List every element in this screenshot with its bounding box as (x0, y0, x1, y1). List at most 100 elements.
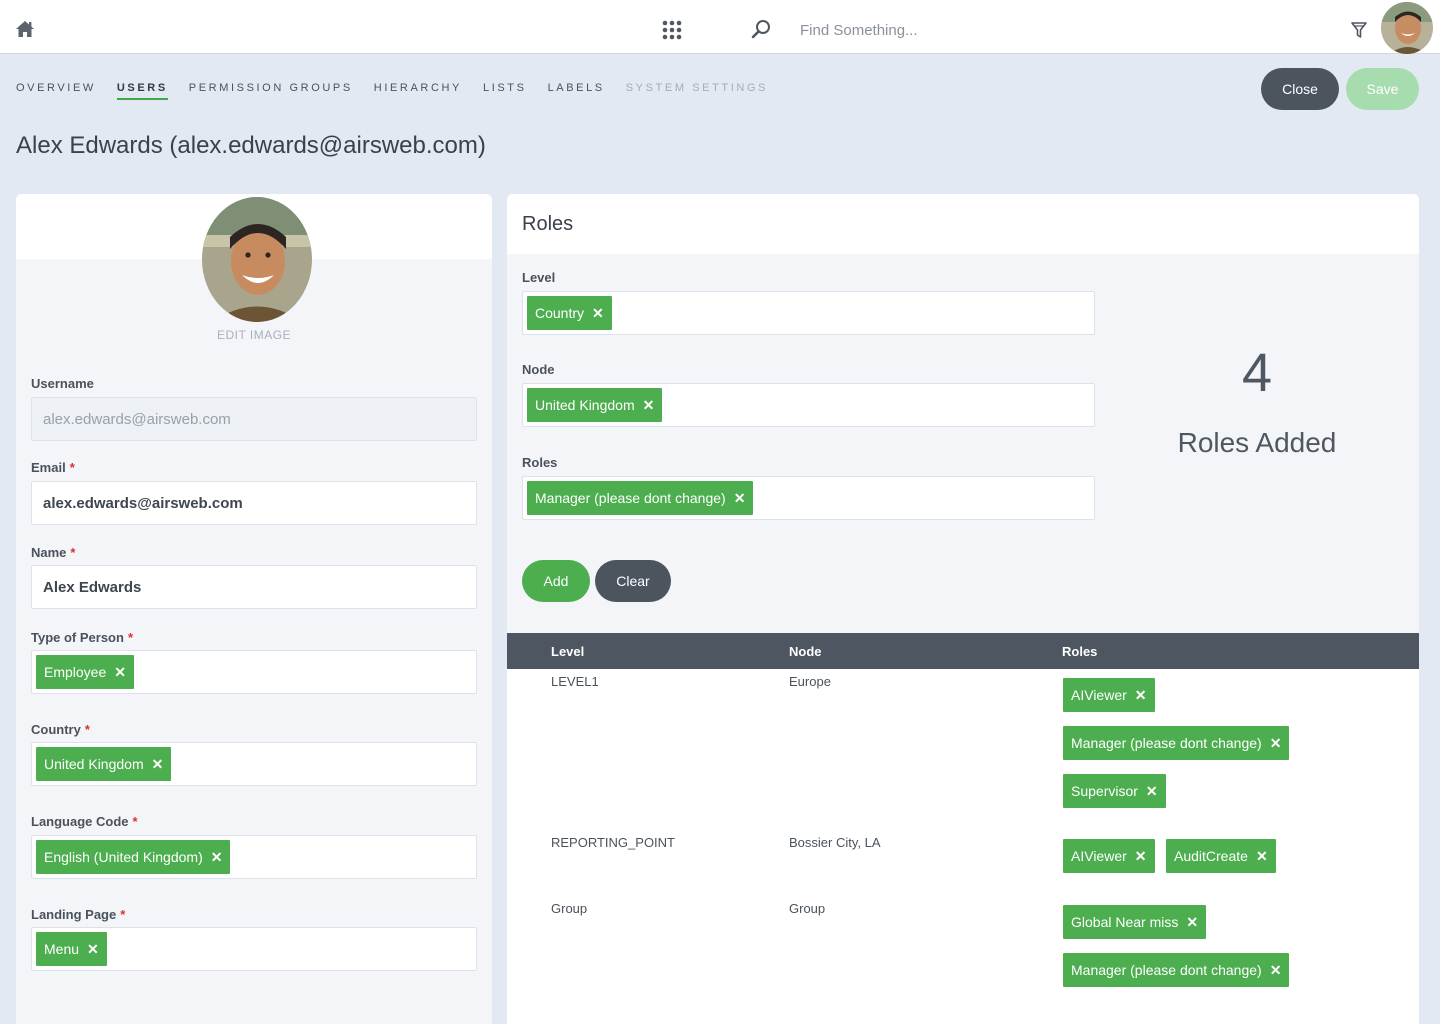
row-node: Bossier City, LA (789, 835, 881, 850)
row-role-tag: AIViewer ✕ (1063, 678, 1155, 712)
apps-grid-icon[interactable] (662, 20, 682, 40)
close-icon[interactable]: ✕ (1135, 678, 1147, 712)
close-icon[interactable]: ✕ (643, 388, 655, 422)
search-input[interactable] (800, 16, 1220, 44)
email-label: Email * (31, 460, 75, 475)
country-field[interactable]: United Kingdom ✕ (31, 742, 477, 786)
type-of-person-label: Type of Person * (31, 630, 133, 645)
add-role-button[interactable]: Add (522, 560, 590, 602)
close-icon[interactable]: ✕ (87, 932, 99, 966)
top-bar (0, 0, 1440, 54)
column-header-node[interactable]: Node (789, 644, 822, 659)
roles-card-header: Roles (507, 194, 1419, 254)
column-header-level[interactable]: Level (551, 644, 584, 659)
tag-label: Menu (44, 941, 80, 957)
node-label: Node (522, 362, 555, 377)
edit-image-link[interactable]: EDIT IMAGE (16, 328, 492, 342)
name-label: Name * (31, 545, 75, 560)
profile-card: EDIT IMAGE Username alex.edwards@airsweb… (16, 194, 492, 1024)
language-code-label-text: Language Code (31, 814, 129, 829)
landing-page-label: Landing Page * (31, 907, 125, 922)
roles-title: Roles (522, 213, 574, 235)
tab-system-settings[interactable]: SYSTEM SETTINGS (626, 82, 768, 100)
row-role-tag: AuditCreate ✕ (1166, 839, 1276, 873)
country-label-text: Country (31, 722, 81, 737)
column-header-roles[interactable]: Roles (1062, 644, 1097, 659)
type-of-person-field[interactable]: Employee ✕ (31, 650, 477, 694)
page-title: Alex Edwards (alex.edwards@airsweb.com) (16, 132, 486, 159)
email-field[interactable]: alex.edwards@airsweb.com (31, 481, 477, 525)
required-marker: * (70, 545, 76, 560)
tag-label: AuditCreate (1174, 848, 1248, 864)
type-of-person-tag: Employee ✕ (36, 655, 134, 689)
close-icon[interactable]: ✕ (152, 747, 164, 781)
row-level: Group (551, 901, 588, 916)
roles-table-body: LEVEL1 Europe AIViewer ✕ Manager (please … (507, 669, 1419, 1024)
clear-button[interactable]: Clear (595, 560, 671, 602)
tab-overview[interactable]: OVERVIEW (16, 82, 96, 100)
node-field[interactable]: United Kingdom ✕ (522, 383, 1095, 427)
filter-icon[interactable] (1350, 20, 1368, 40)
close-icon[interactable]: ✕ (1256, 839, 1268, 873)
close-icon[interactable]: ✕ (1186, 905, 1198, 939)
tab-labels[interactable]: LABELS (548, 82, 605, 100)
required-marker: * (127, 630, 134, 645)
main-nav: OVERVIEW USERS PERMISSION GROUPS HIERARC… (16, 82, 789, 100)
tag-label: Manager (please dont change) (1071, 735, 1262, 751)
roles-table-header: Level Node Roles (507, 633, 1419, 669)
landing-page-field[interactable]: Menu ✕ (31, 927, 477, 971)
home-icon[interactable] (14, 18, 36, 40)
country-label: Country * (31, 722, 90, 737)
name-value: Alex Edwards (43, 579, 142, 596)
close-icon[interactable]: ✕ (1146, 774, 1158, 808)
roles-count: 4 (1241, 343, 1273, 403)
username-label-text: Username (31, 376, 94, 391)
required-marker: * (132, 814, 138, 829)
tab-users[interactable]: USERS (116, 82, 168, 100)
country-tag: United Kingdom ✕ (36, 747, 172, 781)
save-button[interactable]: Save (1346, 68, 1419, 110)
email-value: alex.edwards@airsweb.com (43, 495, 243, 512)
tab-hierarchy[interactable]: HIERARCHY (374, 82, 462, 100)
close-icon[interactable]: ✕ (1270, 953, 1282, 987)
row-node: Europe (789, 674, 831, 689)
tag-label: English (United Kingdom) (44, 849, 203, 865)
language-code-field[interactable]: English (United Kingdom) ✕ (31, 835, 477, 879)
landing-page-label-text: Landing Page (31, 907, 117, 922)
roles-card: Roles Level Country ✕ Node United Kingdom… (507, 194, 1419, 1024)
language-code-label: Language Code * (31, 814, 138, 829)
required-marker: * (84, 722, 90, 737)
row-level: REPORTING_POINT (551, 835, 676, 850)
close-icon[interactable]: ✕ (1270, 726, 1282, 760)
close-icon[interactable]: ✕ (734, 481, 746, 515)
tag-label: AIViewer (1071, 848, 1127, 864)
row-role-tag: Manager (please dont change) ✕ (1063, 953, 1290, 987)
required-marker: * (69, 460, 75, 475)
close-icon[interactable]: ✕ (1135, 839, 1147, 873)
tag-label: United Kingdom (535, 397, 635, 413)
level-field[interactable]: Country ✕ (522, 291, 1095, 335)
close-icon[interactable]: ✕ (592, 296, 604, 330)
tab-permission-groups[interactable]: PERMISSION GROUPS (189, 82, 353, 100)
tab-lists[interactable]: LISTS (483, 82, 527, 100)
row-role-tag: Global Near miss ✕ (1063, 905, 1207, 939)
close-icon[interactable]: ✕ (211, 840, 223, 874)
roles-field[interactable]: Manager (please dont change) ✕ (522, 476, 1095, 520)
row-level: LEVEL1 (551, 674, 599, 689)
username-value: alex.edwards@airsweb.com (43, 411, 231, 428)
tag-label: Manager (please dont change) (1071, 962, 1262, 978)
tag-label: Manager (please dont change) (535, 490, 726, 506)
user-avatar[interactable] (1381, 2, 1433, 54)
close-icon[interactable]: ✕ (114, 655, 126, 689)
row-role-tag: Manager (please dont change) ✕ (1063, 726, 1290, 760)
close-button[interactable]: Close (1261, 68, 1339, 110)
level-label: Level (522, 270, 556, 285)
username-field: alex.edwards@airsweb.com (31, 397, 477, 441)
level-tag: Country ✕ (527, 296, 612, 330)
tag-label: AIViewer (1071, 687, 1127, 703)
name-field[interactable]: Alex Edwards (31, 565, 477, 609)
username-label: Username (31, 376, 94, 391)
tag-label: Supervisor (1071, 783, 1138, 799)
roles-count-label: Roles Added (1177, 427, 1337, 458)
search-icon[interactable] (750, 18, 772, 40)
